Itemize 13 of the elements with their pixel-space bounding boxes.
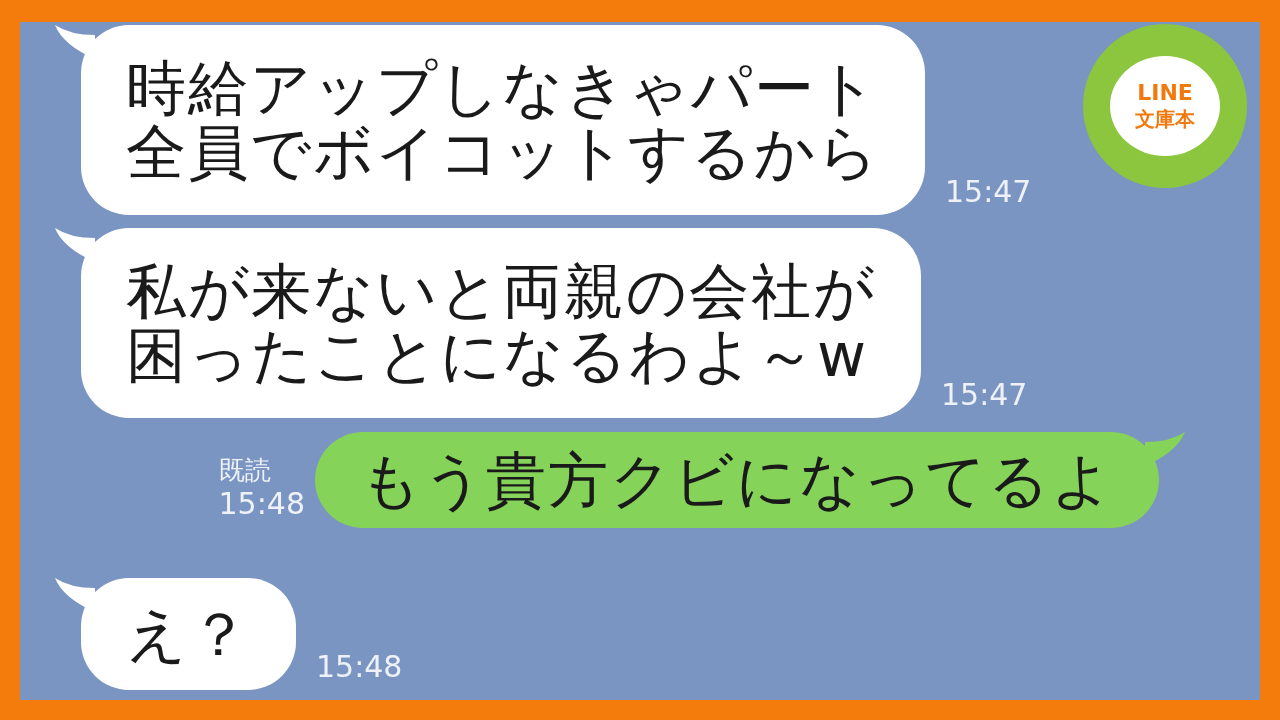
logo-text: LINE [1137, 80, 1193, 106]
read-status: 既読 [218, 454, 271, 486]
message-text: 困ったことになるわよ～w [126, 323, 869, 387]
message-time: 15:47 [941, 377, 1028, 412]
logo-text: 文庫本 [1135, 106, 1195, 132]
message-text: 時給アップしなきゃパート [126, 56, 880, 120]
message-time: 15:48 [316, 649, 403, 684]
message-time: 15:48 [218, 486, 305, 522]
message-text: 全員でボイコットするから [126, 120, 880, 184]
message-time: 15:47 [945, 174, 1032, 209]
message-text: 私が来ないと両親の会社が [126, 259, 876, 323]
message-text: もう貴方クビになってるよ [360, 448, 1114, 512]
message-text: え？ [126, 602, 251, 666]
